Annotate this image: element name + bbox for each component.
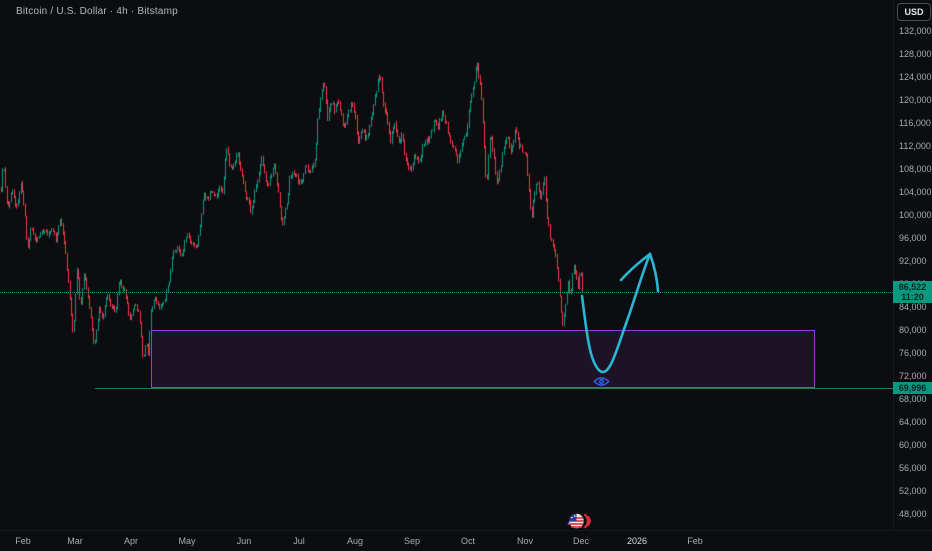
price-tick-label: 52,000 [899, 485, 927, 496]
price-tick-label: 128,000 [899, 48, 932, 59]
symbol-title: Bitcoin / U.S. Dollar · 4h · Bitstamp [16, 6, 178, 17]
price-tick-label: 100,000 [899, 209, 932, 220]
time-tick-label: 2026 [626, 536, 648, 546]
time-tick-label: Sep [403, 536, 421, 546]
time-axis[interactable]: Feb Mar Apr May Jun Jul Aug Sep Oct Nov Dec 2026 Feb [0, 530, 932, 551]
price-tick-label: 72,000 [899, 370, 927, 381]
time-tick-label: Nov [516, 536, 534, 546]
time-tick-label: Dec [572, 536, 590, 546]
price-tick-label: 60,000 [899, 439, 927, 450]
price-tick-label: 116,000 [899, 117, 931, 128]
price-tick-label: 68,000 [899, 393, 927, 404]
time-tick-label: Oct [460, 536, 476, 546]
last-price-value: 86,522 [898, 282, 927, 293]
price-tick-label: 108,000 [899, 163, 932, 174]
support-horizontal-line[interactable] [95, 387, 893, 389]
last-price-dotted-line [0, 292, 893, 294]
price-tick-label: 64,000 [899, 416, 927, 427]
price-tick-label: 120,000 [899, 94, 932, 105]
price-tick-label: 80,000 [899, 324, 927, 335]
price-axis[interactable]: 132,000 128,000 124,000 120,000 116,000 112,0… [893, 0, 932, 530]
time-tick-label: Feb [15, 536, 31, 546]
price-tick-label: 56,000 [899, 462, 927, 473]
price-tick-label: 76,000 [899, 347, 927, 358]
time-tick-label: May [178, 536, 196, 546]
candlestick-chart-canvas[interactable] [0, 0, 932, 530]
rectangle-drawing[interactable] [151, 330, 815, 388]
eye-icon[interactable] [593, 375, 610, 388]
support-price-label: 69,996 [893, 381, 932, 394]
price-tick-label: 124,000 [899, 71, 932, 82]
price-tick-label: 132,000 [899, 25, 932, 36]
currency-toggle-button[interactable]: USD [897, 3, 931, 21]
last-price-label: 86,522 11:20 [893, 281, 932, 304]
time-tick-label: Mar [67, 536, 83, 546]
price-tick-label: 104,000 [899, 186, 932, 197]
price-tick-label: 92,000 [899, 255, 927, 266]
price-tick-label: 96,000 [899, 232, 927, 243]
price-tick-label: 112,000 [899, 140, 931, 151]
chart-app: Bitcoin / U.S. Dollar · 4h · Bitstamp 13… [0, 0, 932, 551]
time-tick-label: Jul [293, 536, 305, 546]
time-tick-label: Apr [123, 536, 139, 546]
time-tick-label: Feb [687, 536, 703, 546]
price-tick-label: 48,000 [899, 508, 927, 519]
events-flag-icon[interactable] [567, 511, 594, 531]
time-tick-label: Aug [346, 536, 364, 546]
bar-countdown: 11:20 [901, 292, 924, 303]
time-tick-label: Jun [236, 536, 252, 546]
